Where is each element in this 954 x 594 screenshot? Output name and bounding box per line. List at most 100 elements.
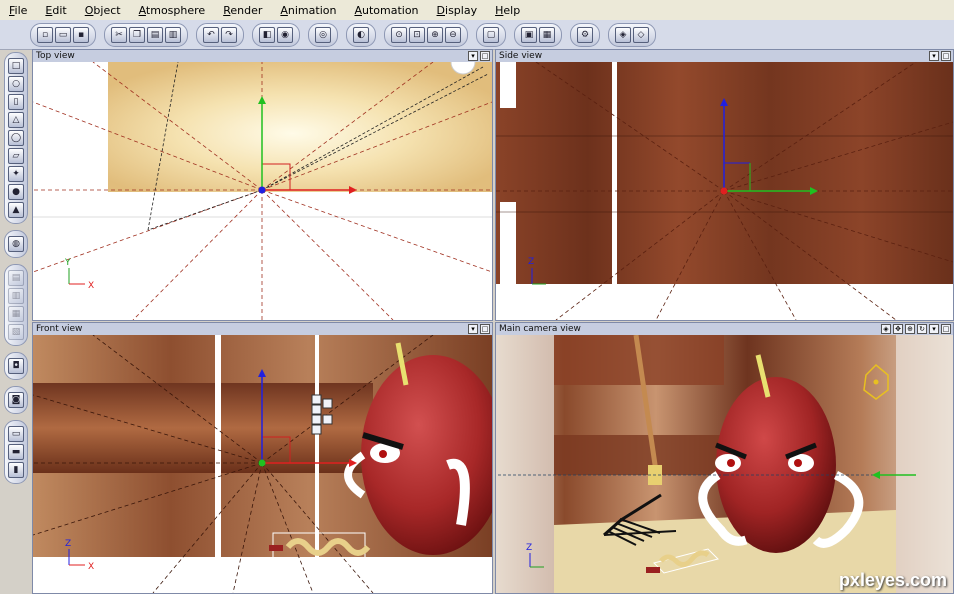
top-viewport[interactable]: Top view ▾ □ Y X	[32, 49, 493, 321]
boolean-icon[interactable]: ◙	[8, 392, 24, 408]
render-icon[interactable]: ◉	[277, 26, 293, 43]
camera-rotate-icon[interactable]: ↻	[917, 324, 927, 334]
side-viewport-controls: ▾ □	[927, 51, 951, 61]
side-scene: Z	[496, 61, 953, 320]
modifier-d-icon[interactable]: ▧	[8, 324, 24, 340]
menu-display[interactable]: Display	[428, 4, 487, 17]
tools-toolbar-group: ▭ ▬ ▮	[4, 420, 28, 484]
side-viewport-title: Side view	[496, 50, 953, 62]
render-area-icon[interactable]: ◧	[259, 26, 275, 43]
side-axis-z-label: Z	[528, 257, 534, 267]
edit-toolbar-group: ✂ ❐ ▤ ▥	[104, 22, 188, 47]
main-toolbar: ▫ ▭ ▪ ✂ ❐ ▤ ▥ ↶ ↷ ◧ ◉ ◎ ◐ ⊙ ⊡ ⊕ ⊖ ▢ ▣ ▦ …	[0, 20, 954, 50]
tool-a-icon[interactable]: ▭	[8, 426, 24, 442]
undo-toolbar-group: ↶ ↷	[196, 22, 244, 47]
redo-icon[interactable]: ↷	[221, 26, 237, 43]
settings-icon[interactable]: ⚙	[577, 26, 593, 43]
top-scene: Y X	[33, 50, 492, 320]
viewport-options-icon[interactable]: ▾	[929, 51, 939, 61]
cube-icon[interactable]: □	[8, 58, 24, 74]
layout-quad-icon[interactable]: ▦	[539, 26, 555, 43]
layout-toolbar-group: ▣ ▦	[514, 22, 562, 47]
side-viewport-canvas[interactable]: Z	[496, 61, 953, 320]
camera-pan-icon[interactable]: ✥	[893, 324, 903, 334]
group-icon[interactable]: ◘	[8, 358, 24, 374]
file-toolbar-group: ▫ ▭ ▪	[30, 22, 96, 47]
viewport-maximize-icon[interactable]: □	[480, 51, 490, 61]
preview-icon[interactable]: ◈	[615, 26, 631, 43]
primitives-toolbar-group: □ ○ ▯ △ ◯ ▱ ✦ ● ▲	[4, 52, 28, 224]
copy-icon[interactable]: ❐	[129, 26, 145, 43]
front-viewport[interactable]: Front view ▾ □ Z X	[32, 322, 493, 594]
zoom-in-icon[interactable]: ⊕	[427, 26, 443, 43]
menu-help[interactable]: Help	[486, 4, 529, 17]
preview-settings-icon[interactable]: ◇	[633, 26, 649, 43]
cut-icon[interactable]: ✂	[111, 26, 127, 43]
zoom-out-icon[interactable]: ⊖	[445, 26, 461, 43]
menu-bar: File Edit Object Atmosphere Render Anima…	[0, 0, 954, 20]
new-file-icon[interactable]: ▫	[37, 26, 53, 43]
modifier-b-icon[interactable]: ▥	[8, 288, 24, 304]
torus-icon[interactable]: ◯	[8, 130, 24, 146]
zoom-extents-icon[interactable]: ⊙	[391, 26, 407, 43]
cone-icon[interactable]: △	[8, 112, 24, 128]
sphere-icon[interactable]: ○	[8, 76, 24, 92]
menu-atmosphere[interactable]: Atmosphere	[130, 4, 215, 17]
watermark-text: pxleyes.com	[838, 570, 947, 590]
window-toolbar-group: ▢	[476, 22, 506, 47]
menu-automation[interactable]: Automation	[345, 4, 427, 17]
viewport-maximize-icon[interactable]: □	[941, 324, 951, 334]
viewport-options-icon[interactable]: ▾	[468, 324, 478, 334]
viewport-maximize-icon[interactable]: □	[941, 51, 951, 61]
menu-render[interactable]: Render	[214, 4, 271, 17]
tool-b-icon[interactable]: ▬	[8, 444, 24, 460]
render-toolbar-group: ◧ ◉	[252, 22, 300, 47]
window-icon[interactable]: ▢	[483, 26, 499, 43]
front-viewport-title: Front view	[33, 323, 492, 335]
viewport-options-icon[interactable]: ▾	[468, 51, 478, 61]
menu-file[interactable]: File	[0, 4, 36, 17]
layout-single-icon[interactable]: ▣	[521, 26, 537, 43]
left-toolbar: □ ○ ▯ △ ◯ ▱ ✦ ● ▲ ◍ ▤ ▥ ▦ ▧ ◘ ◙ ▭ ▬ ▮	[4, 52, 28, 484]
camera-nav-icon[interactable]: ◈	[881, 324, 891, 334]
group-toolbar-group: ◘	[4, 352, 28, 380]
top-viewport-title: Top view	[33, 50, 492, 62]
open-file-icon[interactable]: ▭	[55, 26, 71, 43]
camera-zoom-icon[interactable]: ⊕	[905, 324, 915, 334]
menu-animation[interactable]: Animation	[271, 4, 345, 17]
camera-toolbar-group: ◎	[308, 22, 338, 47]
viewport-maximize-icon[interactable]: □	[480, 324, 490, 334]
material-icon[interactable]: ◍	[8, 236, 24, 252]
cylinder-icon[interactable]: ▯	[8, 94, 24, 110]
camera-icon[interactable]: ◎	[315, 26, 331, 43]
orbit-icon[interactable]: ◐	[353, 26, 369, 43]
zoom-region-icon[interactable]: ⊡	[409, 26, 425, 43]
side-viewport[interactable]: Side view ▾ □ Z	[495, 49, 954, 321]
terrain-icon[interactable]: ▲	[8, 202, 24, 218]
menu-edit[interactable]: Edit	[36, 4, 75, 17]
delete-icon[interactable]: ▥	[165, 26, 181, 43]
modifier-c-icon[interactable]: ▦	[8, 306, 24, 322]
light-icon[interactable]: ✦	[8, 166, 24, 182]
front-viewport-canvas[interactable]: Z X	[33, 334, 492, 593]
top-axis-x-label: X	[88, 281, 94, 291]
metaball-icon[interactable]: ●	[8, 184, 24, 200]
camera-viewport[interactable]: Main camera view ◈ ✥ ⊕ ↻ ▾ □ Z pxleyes.c…	[495, 322, 954, 594]
menu-object[interactable]: Object	[76, 4, 130, 17]
plane-icon[interactable]: ▱	[8, 148, 24, 164]
settings-toolbar-group: ⚙	[570, 22, 600, 47]
preview-toolbar-group: ◈ ◇	[608, 22, 656, 47]
camera-viewport-canvas[interactable]: Z	[496, 334, 953, 593]
undo-icon[interactable]: ↶	[203, 26, 219, 43]
camera-axis-z-label: Z	[526, 543, 532, 553]
save-file-icon[interactable]: ▪	[73, 26, 89, 43]
viewport-options-icon[interactable]: ▾	[929, 324, 939, 334]
modifier-a-icon[interactable]: ▤	[8, 270, 24, 286]
modifiers-toolbar-group: ▤ ▥ ▦ ▧	[4, 264, 28, 346]
camera-scene: Z	[496, 334, 953, 593]
top-axis-y-label: Y	[64, 258, 71, 268]
front-axis-z-label: Z	[65, 539, 71, 549]
tool-c-icon[interactable]: ▮	[8, 462, 24, 478]
paste-icon[interactable]: ▤	[147, 26, 163, 43]
top-viewport-canvas[interactable]: Y X	[33, 50, 492, 320]
